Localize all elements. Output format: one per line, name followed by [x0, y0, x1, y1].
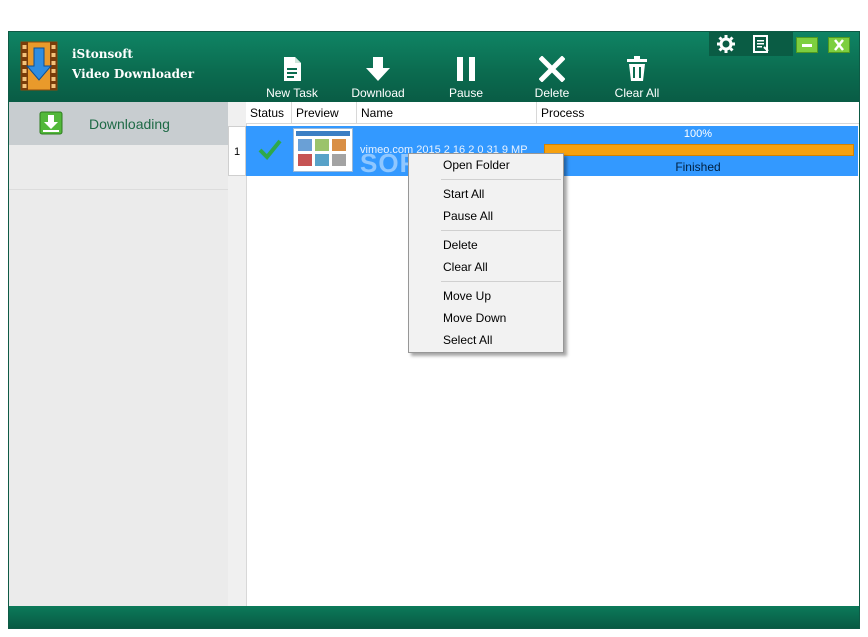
- context-menu: Open Folder Start All Pause All Delete C…: [408, 153, 564, 353]
- download-status-text: Finished: [675, 160, 721, 174]
- download-button[interactable]: Download: [343, 56, 413, 100]
- delete-x-icon: [517, 55, 587, 83]
- menu-item-open-folder[interactable]: Open Folder: [411, 155, 561, 175]
- video-preview-thumbnail: [293, 128, 353, 172]
- menu-item-clear-all[interactable]: Clear All: [411, 257, 561, 277]
- column-header-name[interactable]: Name: [357, 102, 537, 124]
- download-icon: [343, 56, 413, 82]
- new-task-label: New Task: [266, 86, 318, 100]
- clear-all-label: Clear All: [614, 86, 660, 100]
- progress-bar: [544, 144, 854, 156]
- delete-label: Delete: [534, 86, 570, 100]
- pause-button[interactable]: Pause: [431, 56, 501, 100]
- progress-bar-fill: [545, 145, 853, 155]
- menu-separator: [441, 179, 561, 180]
- column-header-status[interactable]: Status: [246, 102, 292, 124]
- column-header-process[interactable]: Process: [537, 102, 859, 124]
- sidebar-divider: [9, 189, 228, 190]
- row-header-column: [228, 102, 247, 606]
- app-title: iStonsoft Video Downloader: [72, 44, 194, 84]
- download-label: Download: [351, 86, 405, 100]
- trash-icon: [602, 56, 672, 82]
- menu-item-move-up[interactable]: Move Up: [411, 286, 561, 306]
- sidebar: Downloading: [9, 102, 228, 606]
- check-icon: [258, 138, 282, 163]
- status-bar: [9, 606, 859, 628]
- menu-item-start-all[interactable]: Start All: [411, 184, 561, 204]
- pause-icon: [431, 56, 501, 82]
- close-icon: [834, 39, 844, 51]
- header-toolbar: iStonsoft Video Downloader New Task Down…: [9, 32, 859, 102]
- sidebar-item-label: Downloading: [89, 116, 170, 132]
- menu-separator: [441, 281, 561, 282]
- minimize-button[interactable]: [796, 37, 818, 53]
- download-arrow-icon: [39, 111, 63, 135]
- minimize-icon: [802, 44, 812, 47]
- app-title-line1: iStonsoft: [72, 47, 133, 61]
- menu-item-select-all[interactable]: Select All: [411, 330, 561, 350]
- menu-separator: [441, 230, 561, 231]
- menu-item-delete[interactable]: Delete: [411, 235, 561, 255]
- column-header-preview[interactable]: Preview: [292, 102, 357, 124]
- app-logo-icon: [19, 40, 59, 92]
- delete-button[interactable]: Delete: [517, 55, 587, 100]
- new-task-icon: [257, 56, 327, 82]
- pause-label: Pause: [448, 86, 484, 100]
- clear-all-button[interactable]: Clear All: [602, 56, 672, 100]
- sidebar-item-downloading[interactable]: Downloading: [9, 102, 228, 145]
- menu-item-move-down[interactable]: Move Down: [411, 308, 561, 328]
- register-notes-icon[interactable]: [751, 34, 773, 54]
- row-number: 1: [228, 126, 246, 176]
- progress-percent: 100%: [683, 128, 713, 140]
- close-button[interactable]: [828, 37, 850, 53]
- menu-item-pause-all[interactable]: Pause All: [411, 206, 561, 226]
- settings-gear-icon[interactable]: [716, 34, 738, 54]
- new-task-button[interactable]: New Task: [257, 56, 327, 100]
- app-title-line2: Video Downloader: [72, 67, 195, 81]
